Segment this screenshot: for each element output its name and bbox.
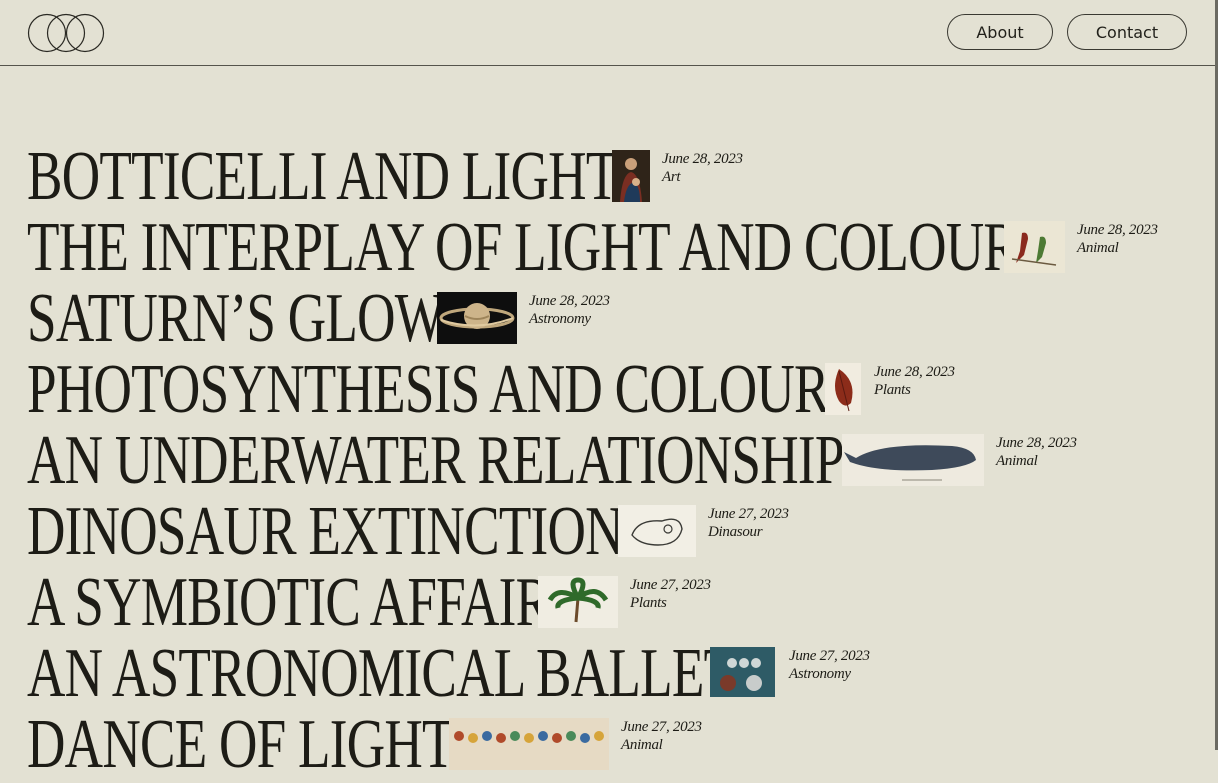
article-date: June 27, 2023: [630, 577, 711, 593]
article-category: Dinasour: [708, 524, 763, 540]
planets-icon: [710, 647, 775, 697]
article-title[interactable]: DINOSAUR EXTINCTION: [27, 496, 624, 567]
article-date: June 27, 2023: [789, 648, 870, 664]
article-row[interactable]: DINOSAUR EXTINCTION June 27, 2023 Dinaso…: [27, 496, 1218, 567]
article-row[interactable]: SATURN’S GLOW June 28, 2023 Astronomy: [27, 283, 1218, 354]
article-category: Astronomy: [789, 666, 851, 682]
site-header: About Contact: [0, 0, 1215, 66]
parrots-illustration-thumbnail[interactable]: [1004, 221, 1065, 273]
article-row[interactable]: AN UNDERWATER RELATIONSHIP June 28, 2023…: [27, 425, 1218, 496]
palm-icon: [538, 576, 618, 628]
article-meta: June 28, 2023 Art: [662, 150, 743, 186]
article-meta: June 28, 2023 Astronomy: [529, 292, 610, 328]
article-category: Art: [662, 169, 681, 185]
article-title[interactable]: DANCE OF LIGHT: [27, 709, 455, 780]
saturn-image-thumbnail[interactable]: [437, 292, 517, 344]
article-date: June 27, 2023: [621, 719, 702, 735]
article-row[interactable]: AN ASTRONOMICAL BALLET June 27, 2023 Ast…: [27, 638, 1218, 709]
painting-icon: [612, 150, 650, 202]
article-date: June 28, 2023: [874, 364, 955, 380]
article-title[interactable]: PHOTOSYNTHESIS AND COLOUR: [27, 354, 830, 425]
article-category: Plants: [874, 382, 911, 398]
skull-illustration-thumbnail[interactable]: [618, 505, 696, 557]
madonna-painting-thumbnail[interactable]: [612, 150, 650, 202]
article-title[interactable]: AN UNDERWATER RELATIONSHIP: [27, 425, 844, 496]
saturn-icon: [437, 292, 517, 344]
article-meta: June 27, 2023 Animal: [621, 718, 702, 754]
article-title[interactable]: A SYMBIOTIC AFFAIR: [27, 567, 551, 638]
article-date: June 27, 2023: [708, 506, 789, 522]
article-date: June 28, 2023: [1077, 222, 1158, 238]
birds-illustration-thumbnail[interactable]: [449, 718, 609, 770]
article-date: June 28, 2023: [662, 151, 743, 167]
article-row[interactable]: THE INTERPLAY OF LIGHT AND COLOUR June 2…: [27, 212, 1218, 283]
leaf-illustration-thumbnail[interactable]: [825, 363, 861, 415]
whale-icon: [842, 434, 984, 486]
article-title[interactable]: SATURN’S GLOW: [27, 283, 445, 354]
skull-icon: [618, 505, 696, 557]
article-category: Astronomy: [529, 311, 591, 327]
parrots-icon: [1004, 221, 1065, 273]
article-category: Animal: [1077, 240, 1119, 256]
palm-illustration-thumbnail[interactable]: [538, 576, 618, 628]
about-button[interactable]: About: [947, 14, 1053, 50]
whale-illustration-thumbnail[interactable]: [842, 434, 984, 486]
contact-button[interactable]: Contact: [1067, 14, 1187, 50]
article-title[interactable]: BOTTICELLI AND LIGHT: [27, 141, 618, 212]
article-list: BOTTICELLI AND LIGHT June 28, 2023 Art T…: [27, 141, 1218, 780]
logo-icon[interactable]: [27, 13, 105, 53]
article-row[interactable]: BOTTICELLI AND LIGHT June 28, 2023 Art: [27, 141, 1218, 212]
article-meta: June 28, 2023 Animal: [1077, 221, 1158, 257]
article-row[interactable]: DANCE OF LIGHT June 27, 2023 Animal: [27, 709, 1218, 780]
article-title[interactable]: THE INTERPLAY OF LIGHT AND COLOUR: [27, 212, 1019, 283]
article-meta: June 27, 2023 Dinasour: [708, 505, 789, 541]
article-meta: June 28, 2023 Animal: [996, 434, 1077, 470]
article-row[interactable]: PHOTOSYNTHESIS AND COLOUR June 28, 2023 …: [27, 354, 1218, 425]
article-title[interactable]: AN ASTRONOMICAL BALLET: [27, 638, 736, 709]
article-meta: June 27, 2023 Astronomy: [789, 647, 870, 683]
article-row[interactable]: A SYMBIOTIC AFFAIR June 27, 2023 Plants: [27, 567, 1218, 638]
article-category: Animal: [621, 737, 663, 753]
article-date: June 28, 2023: [529, 293, 610, 309]
leaf-icon: [825, 363, 861, 415]
article-meta: June 28, 2023 Plants: [874, 363, 955, 399]
birds-icon: [449, 718, 609, 770]
article-category: Animal: [996, 453, 1038, 469]
planets-chart-thumbnail[interactable]: [710, 647, 775, 697]
article-category: Plants: [630, 595, 667, 611]
article-meta: June 27, 2023 Plants: [630, 576, 711, 612]
article-date: June 28, 2023: [996, 435, 1077, 451]
